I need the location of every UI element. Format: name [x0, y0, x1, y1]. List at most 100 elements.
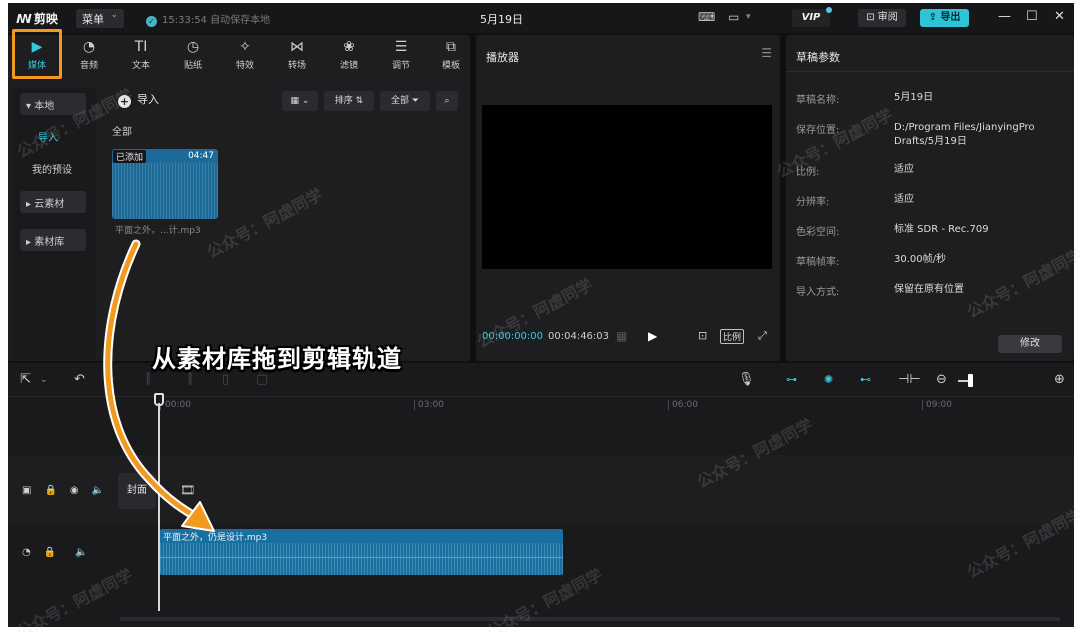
search-button[interactable]: ⌕: [436, 91, 458, 111]
review-icon: ⊡: [866, 12, 878, 23]
import-button[interactable]: + 导入: [118, 91, 159, 111]
fullscreen-icon[interactable]: ⤢: [758, 329, 767, 343]
waveform-midline: [160, 557, 563, 558]
zoom-in-icon[interactable]: ⊕: [1054, 372, 1065, 387]
filter-all-label: 全部: [390, 96, 409, 106]
select-cursor-icon[interactable]: ⇱: [20, 372, 31, 387]
preview-screen[interactable]: [482, 105, 772, 269]
cursor-chevron-icon[interactable]: ⌄: [40, 375, 48, 385]
speaker-icon[interactable]: 🔈: [92, 485, 104, 496]
ratio-button[interactable]: 比例: [720, 329, 745, 344]
tool-transition-label: 转场: [287, 61, 306, 71]
tool-filter[interactable]: ❀ 滤镜: [326, 37, 372, 77]
adjust-icon: ☰: [394, 39, 408, 55]
track-video-icon[interactable]: ▣: [22, 485, 31, 496]
tool-adjust[interactable]: ☰ 调节: [378, 37, 424, 77]
delete-icon[interactable]: ▯: [222, 372, 229, 387]
microphone-icon[interactable]: 🎙: [738, 372, 755, 387]
tool-text-label: 文本: [131, 61, 150, 71]
ruler-label: 09:00: [926, 400, 952, 410]
lock-icon[interactable]: 🔒: [44, 485, 56, 496]
audio-clip[interactable]: 平面之外，仍是设计.mp3: [160, 529, 563, 575]
speaker-icon[interactable]: 🔈: [75, 547, 87, 558]
grid-icon: ▦ ⌄: [290, 96, 310, 106]
jianying-window: ꟿ 剪映 菜单 ⌄ ✓ 15:33:54 自动保存本地 5月19日 ⌨ ▭ ▾ VIP…: [8, 3, 1074, 627]
ruler-tick: [922, 400, 923, 410]
save-status: ✓ 15:33:54 自动保存本地: [146, 11, 270, 27]
timeline-panel: ⇱ ⌄ ↶ ↷ ⫿ ⫿ ▯ ▢ 🎙 ⊶ ✺ ⊷ ⊣⊢ ⊖ ⊕ 00:00 03:…: [8, 363, 1074, 627]
sticker-icon: ◷: [186, 39, 200, 55]
split-left-icon[interactable]: ⫿: [188, 372, 192, 387]
nav-library[interactable]: ▸ 素材库: [20, 229, 86, 251]
time-ruler[interactable]: 00:00 03:00 06:00 09:00: [8, 397, 1074, 417]
param-key: 草稿帧率:: [796, 257, 840, 268]
vip-button[interactable]: VIP: [792, 7, 832, 27]
filter-all-button[interactable]: 全部 ⏷: [380, 91, 430, 111]
document-title: 5月19日: [480, 13, 523, 26]
zoom-slider-knob[interactable]: [968, 374, 973, 387]
tool-text[interactable]: TI 文本: [118, 37, 164, 77]
tool-effects[interactable]: ✧ 特效: [222, 37, 268, 77]
sort-button[interactable]: 排序 ⇅: [324, 91, 374, 111]
lock-icon[interactable]: 🔒: [44, 547, 56, 558]
play-icon[interactable]: ▶: [648, 329, 657, 343]
text-icon: TI: [134, 39, 148, 55]
fit-screen-icon[interactable]: ⊡: [698, 329, 707, 342]
layout-icon[interactable]: ▭: [728, 10, 739, 24]
tool-sticker[interactable]: ◷ 贴纸: [170, 37, 216, 77]
search-icon: ⌕: [444, 96, 450, 106]
view-mode-button[interactable]: ▦ ⌄: [282, 91, 318, 111]
tool-row: ▶ 媒体 ◔ 音频 TI 文本 ◷ 贴纸 ✧ 特效 ⋈ 转场 ❀ 滤镜 ☰ 调节 ⧉ 模板: [8, 35, 470, 79]
player-title: 播放器: [486, 51, 519, 64]
nav-cloud-label: 云素材: [34, 199, 65, 210]
track-audio-icon[interactable]: ◔: [22, 547, 31, 558]
nav-import[interactable]: 导入: [20, 125, 86, 147]
preview-axis-icon[interactable]: ⊣⊢: [898, 372, 921, 387]
nav-my-presets[interactable]: 我的预设: [20, 157, 86, 179]
playhead-line[interactable]: [158, 403, 160, 611]
nav-local[interactable]: ▾ 本地: [20, 93, 86, 115]
param-key: 分辨率:: [796, 197, 830, 208]
sort-icon: ⇅: [352, 96, 364, 106]
param-value: D:/Program Files/JianyingPro Drafts/5月19…: [894, 122, 1035, 147]
close-icon[interactable]: ✕: [1054, 9, 1065, 24]
layout-chevron-icon[interactable]: ▾: [746, 12, 751, 22]
clip-filename: 平面之外，...计.mp3: [115, 226, 201, 236]
media-clip-card[interactable]: 已添加 04:47: [112, 149, 218, 219]
link-clips-icon[interactable]: ⊷: [860, 373, 871, 386]
tool-audio[interactable]: ◔ 音频: [66, 37, 112, 77]
section-all-label: 全部: [112, 127, 132, 138]
snap-icon[interactable]: ✺: [824, 373, 833, 386]
ruler-tick: [414, 400, 415, 410]
cover-button[interactable]: 封面: [118, 473, 156, 509]
export-button[interactable]: ⇪ 导出: [920, 9, 969, 27]
modify-button[interactable]: 修改: [998, 335, 1062, 353]
timecode-grid-icon: ▦: [616, 329, 628, 343]
crop-icon[interactable]: ▢: [256, 372, 268, 387]
undo-icon[interactable]: ↶: [74, 372, 85, 387]
split-icon[interactable]: ⫿: [146, 372, 150, 387]
zoom-out-icon[interactable]: ⊖: [936, 372, 947, 387]
maximize-icon[interactable]: ☐: [1026, 9, 1038, 24]
tool-transition[interactable]: ⋈ 转场: [274, 37, 320, 77]
eye-icon[interactable]: ◉: [70, 485, 79, 496]
tool-template[interactable]: ⧉ 模板: [428, 37, 474, 77]
link-main-track-icon[interactable]: ⊶: [786, 373, 797, 386]
nav-cloud[interactable]: ▸ 云素材: [20, 191, 86, 213]
added-badge: 已添加: [113, 150, 147, 163]
redo-icon[interactable]: ↷: [104, 372, 115, 387]
timeline-scrollbar[interactable]: [120, 617, 1060, 621]
app-logo: ꟿ 剪映: [16, 10, 58, 27]
menu-button[interactable]: 菜单 ⌄: [76, 9, 124, 28]
keyboard-icon[interactable]: ⌨: [698, 10, 715, 24]
main-track-header: ▣ 🔒 ◉ 🔈: [22, 485, 117, 496]
param-key: 保存位置:: [796, 125, 840, 136]
nav-library-label: 素材库: [34, 237, 65, 248]
tool-template-label: 模板: [441, 61, 460, 71]
minimize-icon[interactable]: —: [998, 9, 1011, 24]
hamburger-menu-icon[interactable]: ☰: [761, 46, 772, 60]
film-icon: 🎞: [180, 483, 196, 497]
check-circle-icon: ✓: [146, 16, 157, 27]
review-button[interactable]: ⊡ 审阅: [858, 9, 906, 27]
plus-circle-icon: +: [118, 95, 131, 108]
